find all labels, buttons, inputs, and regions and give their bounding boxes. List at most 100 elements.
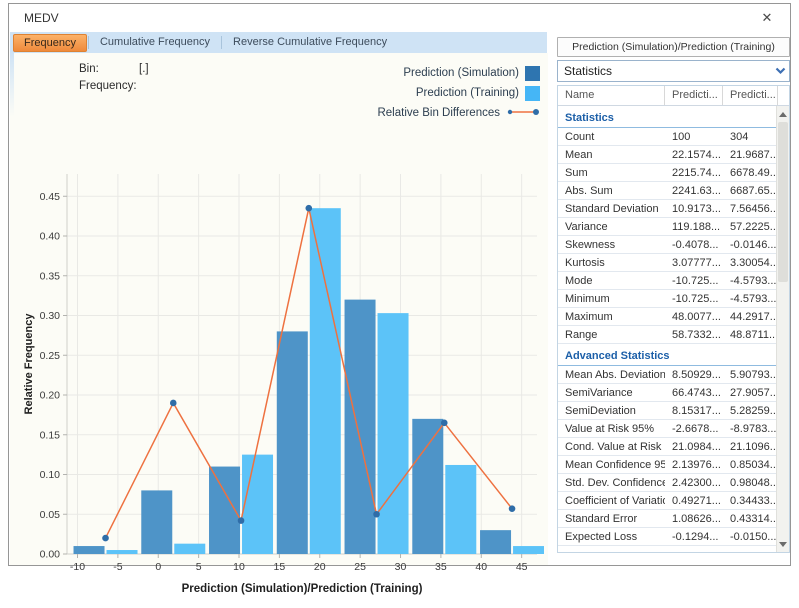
stat-value-cell: 8.15317... xyxy=(665,405,723,417)
legend-item[interactable]: Prediction (Simulation) xyxy=(320,63,540,83)
table-row[interactable]: Skewness-0.4078...-0.0146... xyxy=(558,236,776,254)
table-row[interactable]: Range58.7332...48.8711... xyxy=(558,326,776,344)
bin-value: [.] xyxy=(139,63,149,75)
stat-value-cell: 57.2225... xyxy=(723,221,776,233)
sim-bar[interactable] xyxy=(277,331,308,554)
statistics-table-header: NamePredicti...Predicti... xyxy=(558,86,789,106)
train-bar[interactable] xyxy=(378,313,409,554)
prediction-header-button[interactable]: Prediction (Simulation)/Prediction (Trai… xyxy=(557,37,790,57)
train-bar[interactable] xyxy=(174,544,205,554)
stat-name-cell: Mode xyxy=(558,275,665,287)
x-tick-label: -5 xyxy=(113,561,122,573)
tab-frequency[interactable]: Frequency xyxy=(13,34,87,52)
sim-bar[interactable] xyxy=(345,300,376,554)
section-header: Statistics xyxy=(558,106,776,128)
column-header-0[interactable]: Name xyxy=(558,86,665,105)
table-row[interactable]: Value at Risk 95%-2.6678...-8.9783... xyxy=(558,420,776,438)
chevron-down-icon[interactable] xyxy=(771,67,789,75)
sim-bar[interactable] xyxy=(141,490,172,554)
table-row[interactable]: Minimum-10.725...-4.5793... xyxy=(558,290,776,308)
medv-window: MEDV ✕ FrequencyCumulative FrequencyReve… xyxy=(8,3,791,566)
table-row[interactable]: Maximum48.0077...44.2917... xyxy=(558,308,776,326)
table-row[interactable]: Variance119.188...57.2225... xyxy=(558,218,776,236)
diff-point[interactable] xyxy=(305,205,312,212)
diff-point[interactable] xyxy=(102,535,109,542)
stat-value-cell: 3.30054... xyxy=(723,257,776,269)
sim-bar[interactable] xyxy=(74,546,105,554)
tab-separator xyxy=(221,36,222,49)
statistics-dropdown[interactable]: Statistics xyxy=(557,60,790,82)
train-bar[interactable] xyxy=(242,455,273,554)
stat-value-cell: 0.98048... xyxy=(723,477,776,489)
train-bar[interactable] xyxy=(445,465,476,554)
sim-bar[interactable] xyxy=(412,419,443,554)
table-row[interactable]: Mean Abs. Deviation8.50929...5.90793... xyxy=(558,366,776,384)
stat-value-cell: 7.56456... xyxy=(723,203,776,215)
stat-name-cell: Range xyxy=(558,329,665,341)
diff-point[interactable] xyxy=(509,505,516,512)
sim-bar[interactable] xyxy=(480,530,511,554)
table-row[interactable]: Count100304 xyxy=(558,128,776,146)
y-tick-label: 0.10 xyxy=(40,469,61,481)
bin-label: Bin: xyxy=(79,63,131,75)
table-row[interactable]: Mode-10.725...-4.5793... xyxy=(558,272,776,290)
stat-value-cell: 0.49271... xyxy=(665,495,723,507)
stat-value-cell: 10.9173... xyxy=(665,203,723,215)
stat-value-cell: 2241.63... xyxy=(665,185,723,197)
tab-reverse-cumulative-frequency[interactable]: Reverse Cumulative Frequency xyxy=(223,34,397,51)
legend-label: Prediction (Training) xyxy=(416,87,519,99)
stat-value-cell: -8.9783... xyxy=(723,423,776,435)
y-tick-label: 0.15 xyxy=(40,429,61,441)
panel-edge-decoration xyxy=(10,53,14,117)
scroll-down-icon[interactable] xyxy=(777,537,789,551)
table-row[interactable]: SemiDeviation8.15317...5.28259... xyxy=(558,402,776,420)
table-scrollbar[interactable] xyxy=(776,106,789,552)
table-row[interactable]: Cond. Value at Risk 9...21.0984...21.109… xyxy=(558,438,776,456)
table-row[interactable]: Mean Confidence 95%2.13976...0.85034... xyxy=(558,456,776,474)
table-row[interactable]: Sum2215.74...6678.49... xyxy=(558,164,776,182)
stat-name-cell: Std. Dev. Confidence ... xyxy=(558,477,665,489)
frequency-label: Frequency: xyxy=(79,80,131,92)
tab-cumulative-frequency[interactable]: Cumulative Frequency xyxy=(90,34,220,51)
stat-value-cell: 48.0077... xyxy=(665,311,723,323)
column-header-2[interactable]: Predicti... xyxy=(723,86,778,105)
stat-name-cell: Mean Abs. Deviation xyxy=(558,369,665,381)
stat-name-cell: Standard Deviation xyxy=(558,203,665,215)
legend-item[interactable]: Relative Bin Differences xyxy=(320,103,540,123)
stat-value-cell: 58.7332... xyxy=(665,329,723,341)
table-row[interactable]: Standard Error1.08626...0.43314... xyxy=(558,510,776,528)
table-row[interactable]: SemiVariance66.4743...27.9057... xyxy=(558,384,776,402)
train-bar[interactable] xyxy=(513,546,544,554)
table-row[interactable]: Abs. Sum2241.63...6687.65... xyxy=(558,182,776,200)
stat-value-cell: 0.85034... xyxy=(723,459,776,471)
column-header-1[interactable]: Predicti... xyxy=(665,86,723,105)
table-row[interactable]: Mean22.1574...21.9687... xyxy=(558,146,776,164)
y-axis-title: Relative Frequency xyxy=(23,313,35,415)
stat-name-cell: SemiDeviation xyxy=(558,405,665,417)
y-tick-label: 0.00 xyxy=(40,549,61,561)
scroll-up-icon[interactable] xyxy=(777,107,789,121)
stat-name-cell: Skewness xyxy=(558,239,665,251)
table-row[interactable]: Kurtosis3.07777...3.30054... xyxy=(558,254,776,272)
stat-value-cell: 0.34433... xyxy=(723,495,776,507)
scrollbar-thumb[interactable] xyxy=(778,122,788,282)
legend-swatch-icon xyxy=(525,86,540,101)
diff-point[interactable] xyxy=(238,517,245,524)
stat-value-cell: 66.4743... xyxy=(665,387,723,399)
stat-value-cell: 0.43314... xyxy=(723,513,776,525)
stat-value-cell: 1.08626... xyxy=(665,513,723,525)
y-tick-label: 0.40 xyxy=(40,231,61,243)
diff-point[interactable] xyxy=(441,420,448,427)
table-row[interactable]: Std. Dev. Confidence ...2.42300...0.9804… xyxy=(558,474,776,492)
close-icon[interactable]: ✕ xyxy=(758,9,776,27)
train-bar[interactable] xyxy=(310,208,341,554)
stat-value-cell: 2.13976... xyxy=(665,459,723,471)
train-bar[interactable] xyxy=(107,550,138,554)
diff-point[interactable] xyxy=(170,400,177,407)
legend-item[interactable]: Prediction (Training) xyxy=(320,83,540,103)
table-row[interactable]: Coefficient of Variation0.49271...0.3443… xyxy=(558,492,776,510)
diff-point[interactable] xyxy=(373,511,380,518)
table-row[interactable]: Expected Loss-0.1294...-0.0150... xyxy=(558,528,776,546)
table-row[interactable]: Standard Deviation10.9173...7.56456... xyxy=(558,200,776,218)
y-tick-label: 0.20 xyxy=(40,390,61,402)
